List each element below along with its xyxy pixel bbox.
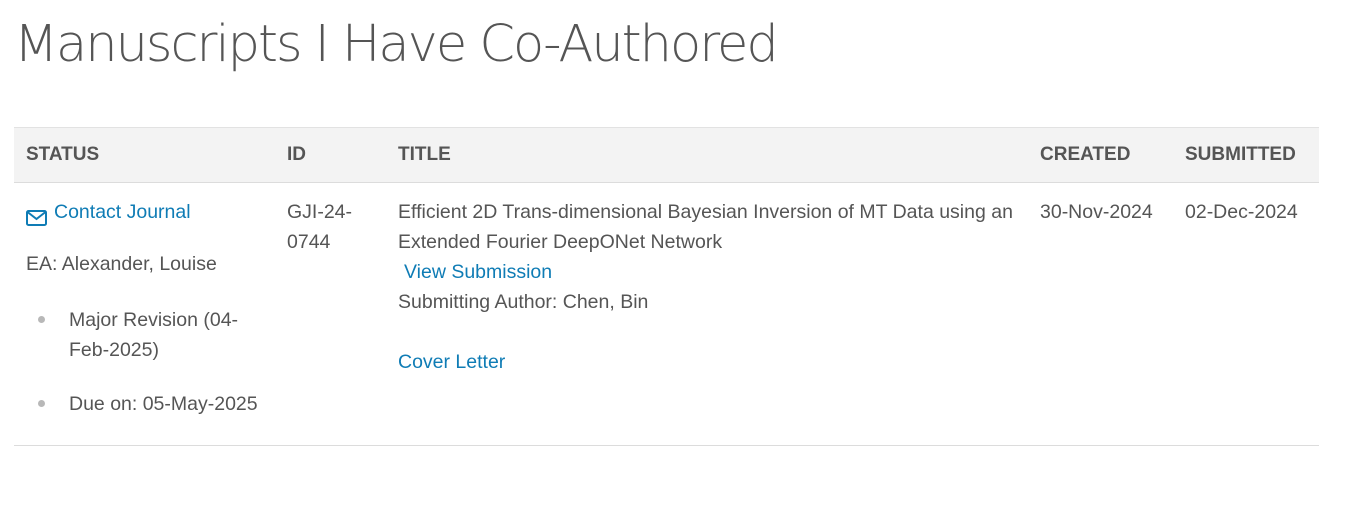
table-header-row: STATUS ID TITLE CREATED SUBMITTED [14, 127, 1319, 183]
created-date: 30-Nov-2024 [1040, 201, 1153, 223]
manuscripts-table-container: STATUS ID TITLE CREATED SUBMITTED Contac… [14, 127, 1319, 446]
status-item-decision: Major Revision (04-Feb-2025) [26, 305, 275, 365]
manuscript-id: GJI-24-0744 [287, 201, 353, 253]
status-item-due-date: Due on: 05-May-2025 [26, 389, 275, 419]
editor-assistant: EA: Alexander, Louise [26, 253, 217, 275]
envelope-icon [26, 205, 48, 226]
bullet-icon [38, 400, 45, 407]
cover-letter-link[interactable]: Cover Letter [398, 347, 505, 377]
submitting-author: Submitting Author: Chen, Bin [398, 291, 649, 313]
manuscript-title: Efficient 2D Trans-dimensional Bayesian … [398, 201, 1013, 253]
status-item-label: Due on: 05-May-2025 [69, 393, 258, 415]
contact-journal-label: Contact Journal [54, 201, 191, 223]
status-cell: Contact Journal EA: Alexander, Louise Ma… [14, 183, 275, 446]
page-title: Manuscripts I Have Co-Authored [14, 15, 779, 74]
title-cell: Efficient 2D Trans-dimensional Bayesian … [386, 183, 1028, 446]
view-submission-link[interactable]: View Submission [404, 257, 552, 287]
status-list: Major Revision (04-Feb-2025) Due on: 05-… [26, 305, 275, 419]
table-row: Contact Journal EA: Alexander, Louise Ma… [14, 183, 1319, 446]
column-header-id: ID [287, 144, 306, 165]
bullet-icon [38, 316, 45, 323]
manuscripts-table: STATUS ID TITLE CREATED SUBMITTED Contac… [14, 127, 1319, 446]
submitted-date: 02-Dec-2024 [1185, 201, 1298, 223]
contact-journal-link[interactable]: Contact Journal [26, 197, 191, 227]
column-header-submitted: SUBMITTED [1185, 144, 1296, 165]
table-header: STATUS ID TITLE CREATED SUBMITTED [14, 127, 1319, 183]
column-header-created: CREATED [1040, 144, 1131, 165]
status-item-label: Major Revision (04-Feb-2025) [69, 309, 239, 361]
column-header-status: STATUS [26, 144, 100, 165]
column-header-title: TITLE [398, 144, 451, 165]
